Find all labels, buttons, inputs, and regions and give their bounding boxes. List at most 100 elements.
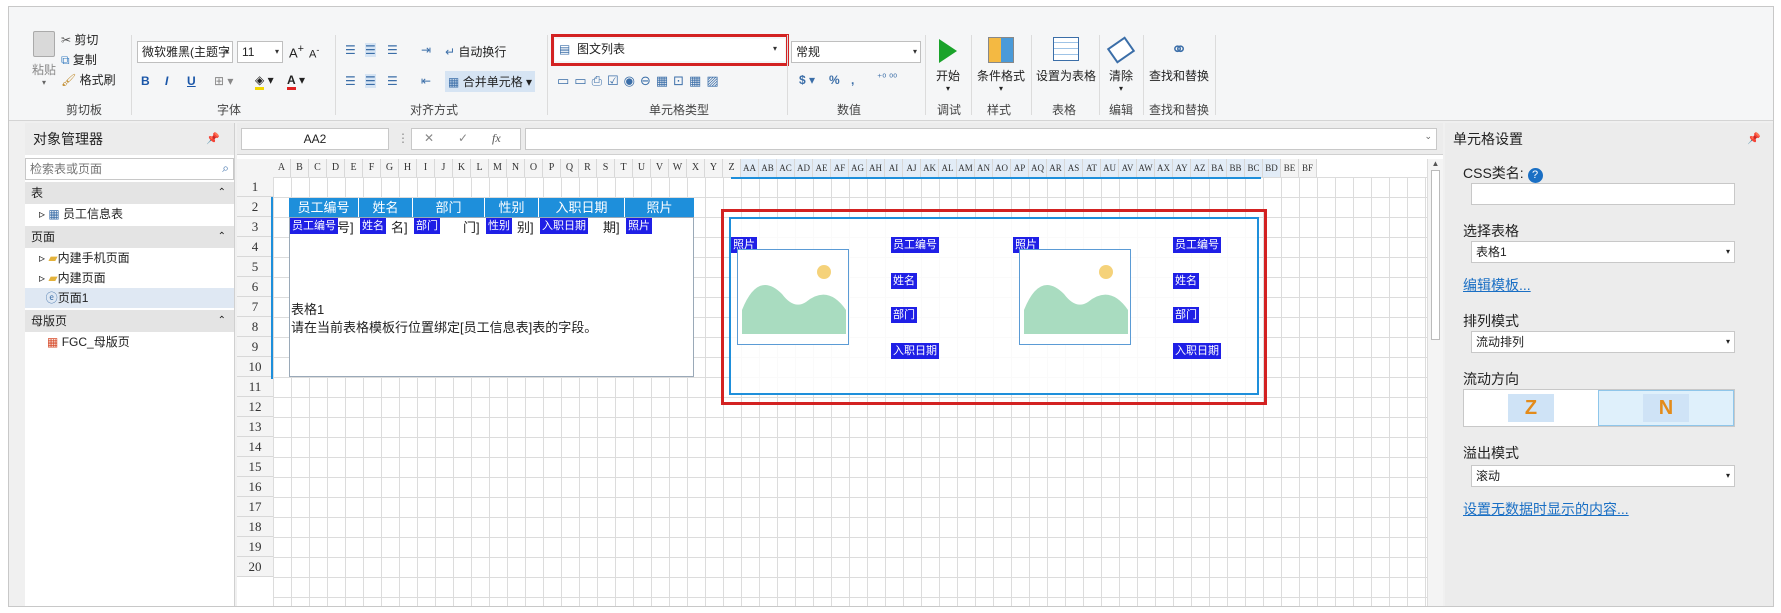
column-header[interactable]: AD bbox=[795, 159, 813, 177]
paste-button[interactable]: 粘贴 ▾ bbox=[29, 31, 59, 87]
table-header-cell[interactable]: 入职日期 bbox=[539, 198, 625, 217]
column-header[interactable]: V bbox=[651, 159, 669, 177]
row-header[interactable]: 17 bbox=[237, 497, 273, 517]
align-right-icon[interactable]: ☰ bbox=[387, 74, 398, 88]
tree-item-master-page[interactable]: ▦ FGC_母版页 bbox=[25, 332, 234, 352]
cancel-icon[interactable]: ✕ bbox=[424, 131, 434, 145]
column-header[interactable]: AQ bbox=[1029, 159, 1047, 177]
column-header[interactable]: AX bbox=[1155, 159, 1173, 177]
table-header-cell[interactable]: 性别 bbox=[485, 198, 539, 217]
overflow-mode-dropdown[interactable]: 滚动 ▾ bbox=[1471, 465, 1735, 487]
column-header[interactable]: G bbox=[381, 159, 399, 177]
percent-button[interactable]: % bbox=[829, 73, 840, 87]
align-bottom-icon[interactable]: ☰ bbox=[387, 43, 398, 57]
column-header[interactable]: BB bbox=[1227, 159, 1245, 177]
row-header[interactable]: 5 bbox=[237, 257, 273, 277]
css-class-input[interactable] bbox=[1471, 183, 1735, 205]
column-header[interactable]: AI bbox=[885, 159, 903, 177]
select-table-dropdown[interactable]: 表格1 ▾ bbox=[1471, 241, 1735, 263]
row-header[interactable]: 7 bbox=[237, 297, 273, 317]
flow-horizontal-button[interactable]: Z bbox=[1464, 390, 1598, 426]
column-header[interactable]: AA bbox=[741, 159, 759, 177]
column-header[interactable]: AC bbox=[777, 159, 795, 177]
column-header[interactable]: BE bbox=[1281, 159, 1299, 177]
pages-section-header[interactable]: 页面 ⌃ bbox=[25, 226, 234, 248]
clear-button[interactable]: 清除 ▾ bbox=[1103, 36, 1139, 93]
column-header[interactable]: AK bbox=[921, 159, 939, 177]
font-size-select[interactable]: 11 ▾ bbox=[237, 41, 283, 63]
column-header[interactable]: AN bbox=[975, 159, 993, 177]
spreadsheet[interactable]: A B C D E F G H I J K L M N O P Q R S T U V W X Y Z AA AB AC AD AE AF AG… bbox=[237, 159, 1443, 606]
name-box[interactable]: AA2 bbox=[241, 128, 389, 150]
formula-input[interactable]: ⌄ bbox=[525, 128, 1437, 150]
search-icon[interactable]: ⌕ bbox=[222, 161, 229, 176]
column-header[interactable]: AO bbox=[993, 159, 1011, 177]
align-left-icon[interactable]: ☰ bbox=[345, 74, 356, 88]
font-family-select[interactable]: 微软雅黑(主题字 ▾ bbox=[137, 41, 233, 63]
scroll-up-icon[interactable]: ▲ bbox=[1428, 159, 1443, 168]
scroll-thumb[interactable] bbox=[1431, 170, 1440, 340]
column-header[interactable]: Q bbox=[561, 159, 579, 177]
table1-template[interactable] bbox=[289, 217, 694, 377]
column-header[interactable]: D bbox=[327, 159, 345, 177]
table-header-cell[interactable]: 姓名 bbox=[359, 198, 413, 217]
expand-icon[interactable]: ⌄ bbox=[1424, 131, 1432, 142]
align-middle-icon[interactable]: ☰ bbox=[365, 43, 376, 57]
row-header[interactable]: 13 bbox=[237, 417, 273, 437]
column-header[interactable]: U bbox=[633, 159, 651, 177]
field-binding-tag[interactable]: 入职日期 bbox=[540, 218, 588, 234]
column-header[interactable]: AV bbox=[1119, 159, 1137, 177]
column-header[interactable]: AM bbox=[957, 159, 975, 177]
row-header[interactable]: 16 bbox=[237, 477, 273, 497]
row-header[interactable]: 6 bbox=[237, 277, 273, 297]
vertical-scrollbar[interactable]: ▲ bbox=[1427, 159, 1443, 606]
table-header-cell[interactable]: 员工编号 bbox=[289, 198, 359, 217]
search-input[interactable] bbox=[26, 159, 206, 179]
help-icon[interactable]: ? bbox=[1527, 168, 1543, 183]
fx-icon[interactable]: fx bbox=[492, 131, 501, 146]
edit-template-link[interactable]: 编辑模板... bbox=[1463, 275, 1531, 295]
column-header[interactable]: B bbox=[291, 159, 309, 177]
column-header[interactable]: AF bbox=[831, 159, 849, 177]
column-header[interactable]: X bbox=[687, 159, 705, 177]
column-header[interactable]: AW bbox=[1137, 159, 1155, 177]
layout-mode-dropdown[interactable]: 流动排列 ▾ bbox=[1471, 331, 1735, 353]
row-header[interactable]: 19 bbox=[237, 537, 273, 557]
font-color-button[interactable]: A ▾ bbox=[287, 73, 305, 90]
tree-item-mobile-page[interactable]: ▹ ▰内建手机页面 bbox=[25, 248, 234, 268]
column-header[interactable]: AG bbox=[849, 159, 867, 177]
column-header[interactable]: F bbox=[363, 159, 381, 177]
outdent-icon[interactable]: ⇤ bbox=[421, 74, 431, 88]
column-header[interactable]: BD bbox=[1263, 159, 1281, 177]
row-header[interactable]: 12 bbox=[237, 397, 273, 417]
column-header[interactable]: AE bbox=[813, 159, 831, 177]
row-header[interactable]: 8 bbox=[237, 317, 273, 337]
column-header[interactable]: W bbox=[669, 159, 687, 177]
tree-item-page1[interactable]: ⓔ页面1 bbox=[25, 288, 234, 308]
row-header[interactable]: 10 bbox=[237, 357, 273, 377]
column-header[interactable]: BA bbox=[1209, 159, 1227, 177]
row-header[interactable]: 3 bbox=[237, 217, 273, 237]
search-box[interactable]: ⌕ bbox=[25, 158, 234, 180]
shrink-font-button[interactable]: A- bbox=[309, 45, 319, 61]
underline-button[interactable]: U bbox=[187, 74, 196, 88]
row-header[interactable]: 14 bbox=[237, 437, 273, 457]
field-binding-tag[interactable]: 照片 bbox=[626, 218, 652, 234]
column-header[interactable]: K bbox=[453, 159, 471, 177]
pin-icon[interactable]: 📌 bbox=[1747, 123, 1761, 155]
column-header[interactable]: AY bbox=[1173, 159, 1191, 177]
field-binding-tag[interactable]: 员工编号 bbox=[290, 218, 338, 234]
select-all-corner[interactable] bbox=[237, 159, 273, 177]
row-header[interactable]: 20 bbox=[237, 557, 273, 577]
number-format-select[interactable]: 常规 ▾ bbox=[791, 41, 921, 63]
border-icon[interactable]: ⊞ ▾ bbox=[214, 74, 233, 88]
column-header[interactable]: AH bbox=[867, 159, 885, 177]
decimal-icons[interactable]: ⁺⁰ ⁰⁰ bbox=[877, 73, 897, 84]
column-header[interactable]: Z bbox=[723, 159, 741, 177]
row-header[interactable]: 11 bbox=[237, 377, 273, 397]
column-header[interactable]: S bbox=[597, 159, 615, 177]
confirm-icon[interactable]: ✓ bbox=[458, 131, 468, 145]
field-binding-tag[interactable]: 部门 bbox=[414, 218, 440, 234]
column-header[interactable]: AJ bbox=[903, 159, 921, 177]
set-as-table-button[interactable]: 设置为表格 bbox=[1035, 37, 1097, 84]
